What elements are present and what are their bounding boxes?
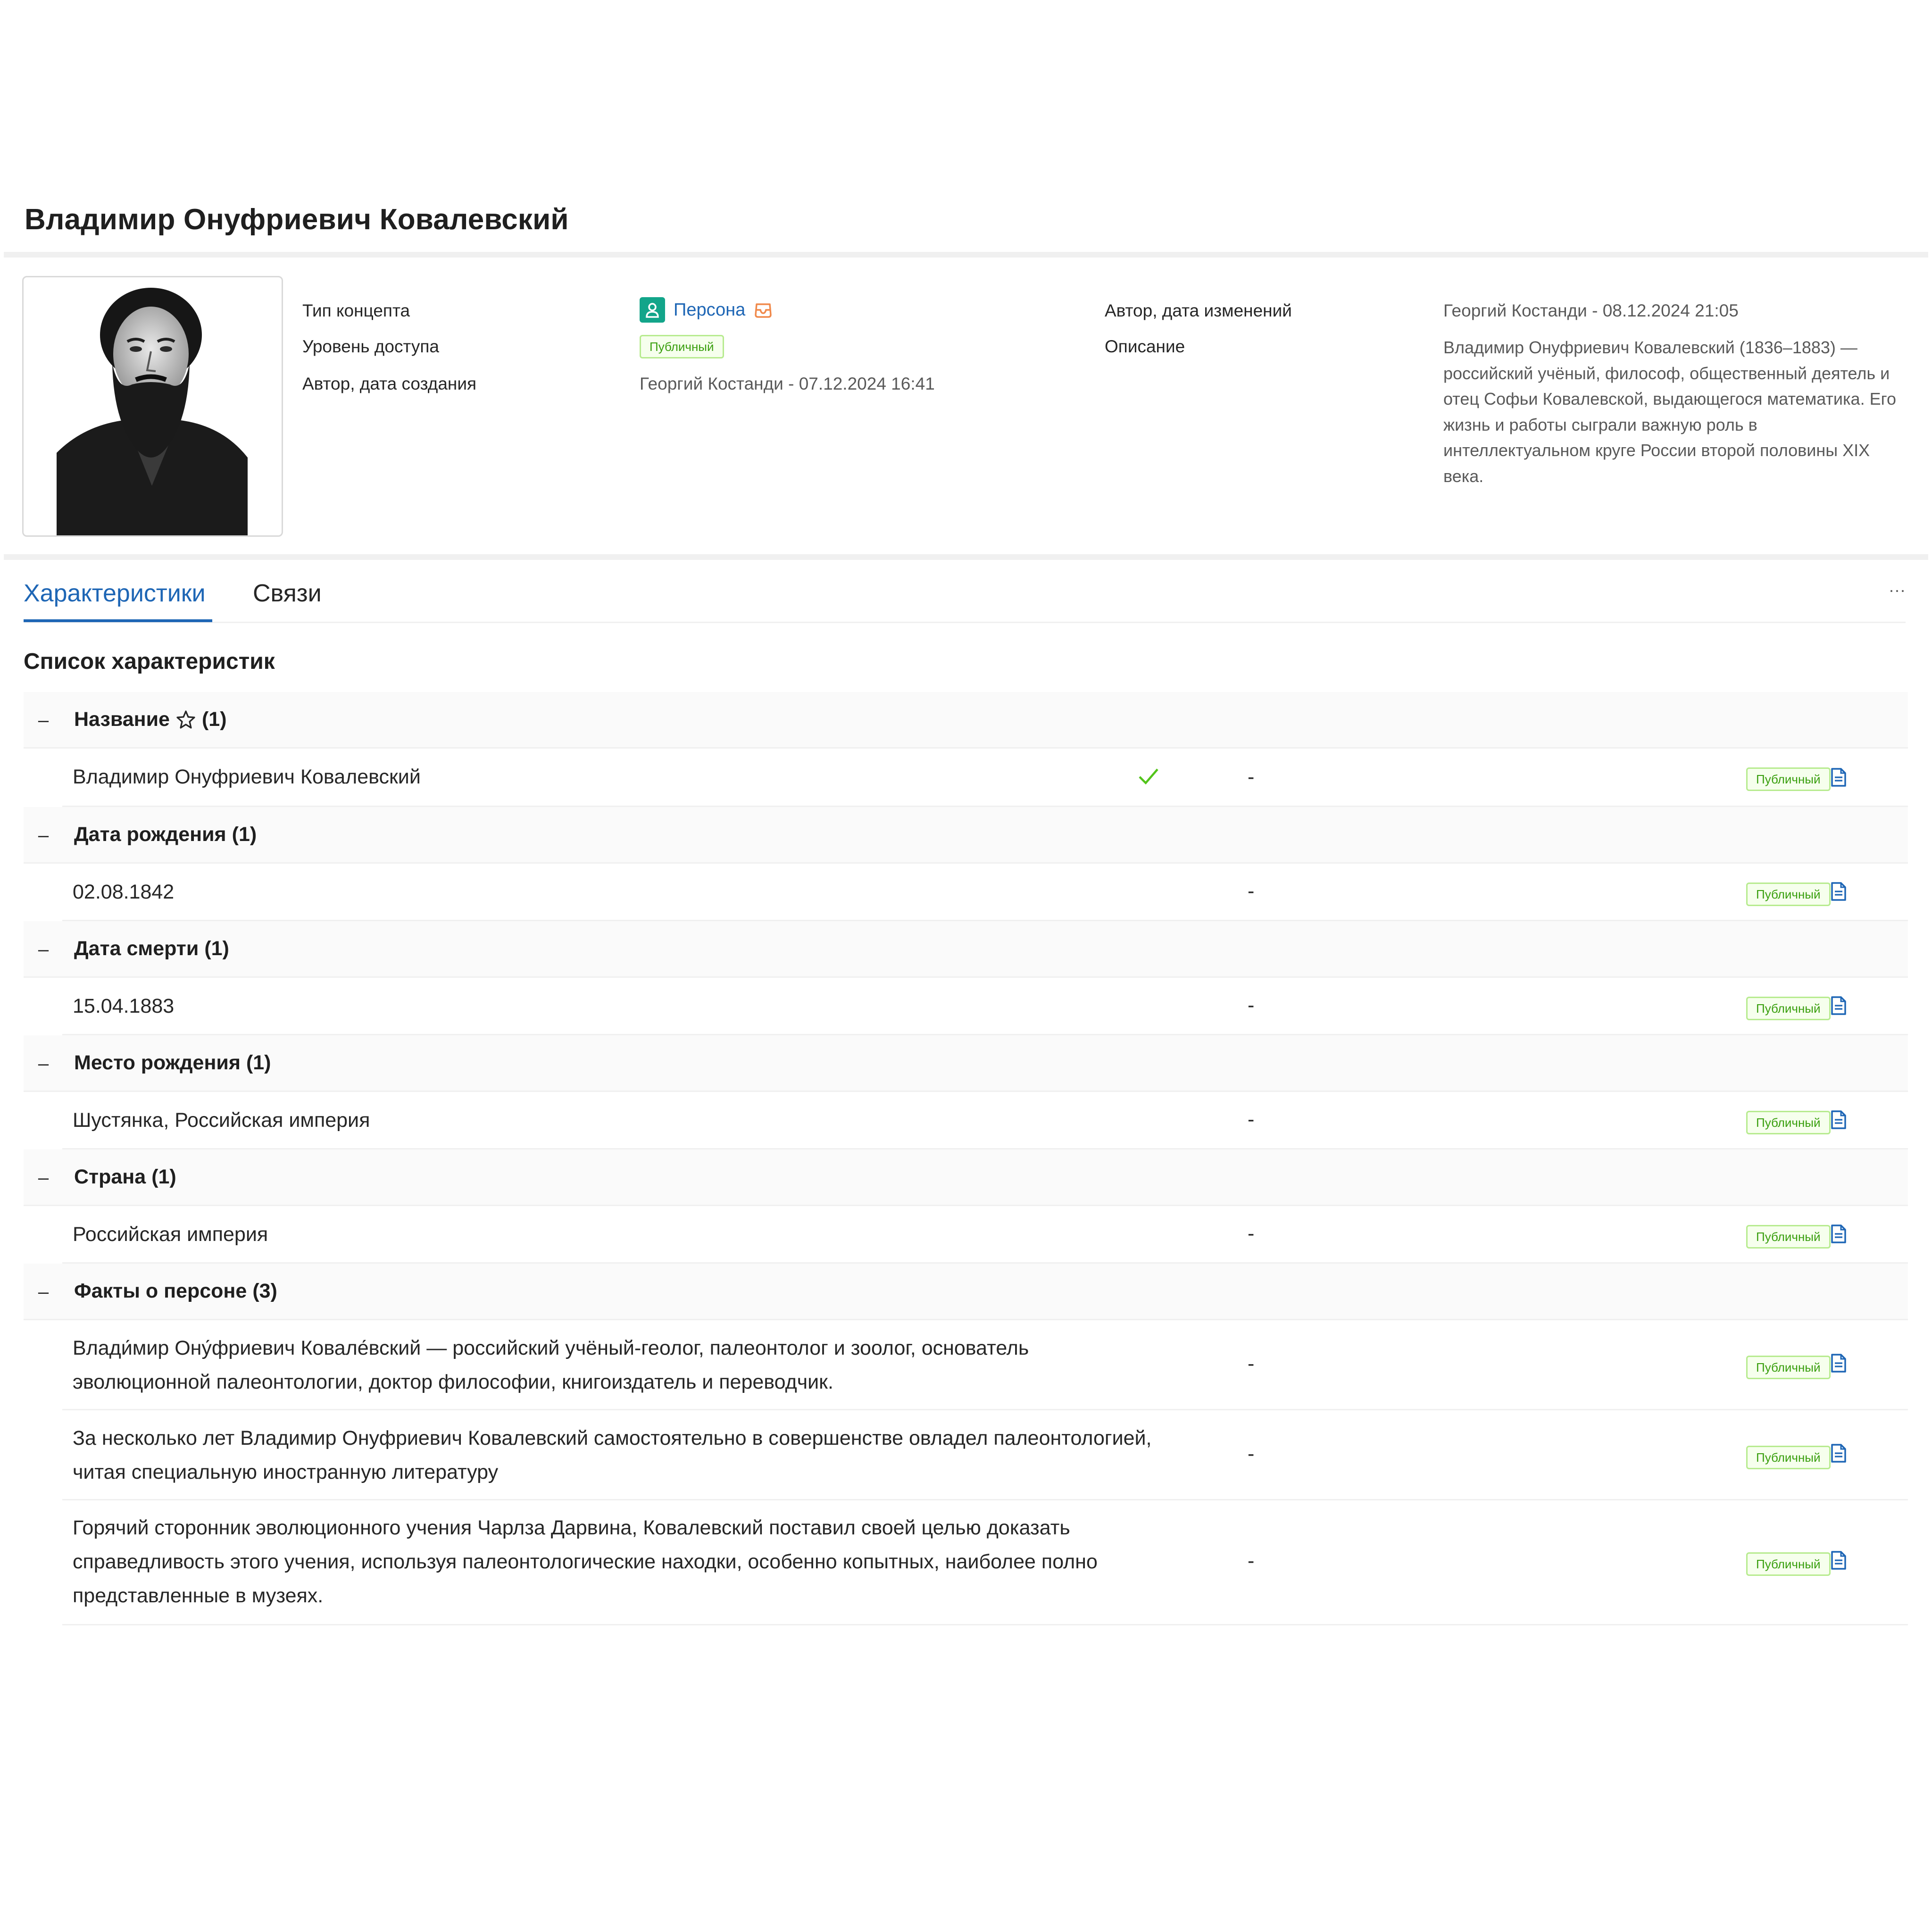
value-dash: - — [1248, 880, 1255, 902]
access-badge: Публичный — [1746, 883, 1831, 906]
access-badge: Публичный — [1746, 767, 1831, 791]
modified-value: Георгий Костанди - 08.12.2024 21:05 — [1443, 301, 1739, 320]
collapse-button[interactable]: – — [34, 826, 53, 845]
check-icon — [1138, 766, 1159, 789]
table-row: За несколько лет Владимир Онуфриевич Ков… — [62, 1410, 1908, 1500]
group-title: Дата рождения — [74, 823, 226, 846]
table-row: Шустянка, Российская империя - Публичный — [62, 1092, 1908, 1149]
document-icon[interactable] — [1830, 1110, 1847, 1132]
access-badge: Публичный — [1746, 1356, 1831, 1379]
document-icon[interactable] — [1830, 882, 1847, 904]
document-icon[interactable] — [1830, 1550, 1847, 1573]
access-badge: Публичный — [1746, 997, 1831, 1020]
table-row: Горячий сторонник эволюционного учения Ч… — [62, 1500, 1908, 1625]
characteristics-table: – Название (1) Владимир Онуфриевич Ковал… — [24, 692, 1908, 1625]
value-text: Владимир Онуфриевич Ковалевский — [73, 766, 421, 788]
group-header-name[interactable]: – Название (1) — [24, 692, 1908, 749]
group-count: (1) — [204, 937, 229, 960]
value-dash: - — [1248, 1222, 1255, 1245]
group-header-birth-date[interactable]: – Дата рождения (1) — [24, 807, 1908, 864]
group-title: Факты о персоне — [74, 1280, 247, 1302]
value-text: 15.04.1883 — [73, 995, 175, 1017]
created-label: Автор, дата создания — [302, 374, 477, 393]
table-row: 15.04.1883 - Публичный — [62, 978, 1908, 1035]
group-header-death-date[interactable]: – Дата смерти (1) — [24, 921, 1908, 978]
value-text: Шустянка, Российская империя — [73, 1109, 370, 1132]
characteristics-list-title: Список характеристик — [24, 649, 275, 674]
description-value: Владимир Онуфриевич Ковалевский (1836–18… — [1443, 338, 1896, 486]
group-title: Дата смерти — [74, 937, 199, 960]
value-text: За несколько лет Владимир Онуфриевич Ков… — [73, 1427, 1152, 1483]
document-icon[interactable] — [1830, 1224, 1847, 1246]
value-dash: - — [1248, 766, 1255, 788]
concept-type-value: Персона — [640, 297, 773, 323]
table-row: 02.08.1842 - Публичный — [62, 864, 1908, 921]
group-title: Страна — [74, 1166, 146, 1188]
value-dash: - — [1248, 1442, 1255, 1465]
table-row: Владимир Онуфриевич Ковалевский - Публич… — [62, 749, 1908, 807]
modified-label: Автор, дата изменений — [1105, 301, 1292, 320]
group-count: (1) — [151, 1166, 176, 1188]
value-dash: - — [1248, 1108, 1255, 1131]
table-row: Влади́мир Ону́фриевич Ковале́вский — рос… — [62, 1320, 1908, 1410]
tabs-underline — [24, 622, 1906, 623]
ellipsis-icon[interactable]: ··· — [1889, 580, 1906, 600]
collapse-button[interactable]: – — [34, 940, 53, 959]
group-header-facts[interactable]: – Факты о персоне (3) — [24, 1264, 1908, 1320]
group-count: (1) — [246, 1051, 271, 1074]
group-header-birth-place[interactable]: – Место рождения (1) — [24, 1035, 1908, 1092]
active-tab-indicator — [24, 619, 212, 622]
tab-bar: Характеристики Связи ··· — [24, 571, 1906, 623]
value-dash: - — [1248, 1352, 1255, 1375]
created-value: Георгий Костанди - 07.12.2024 16:41 — [640, 374, 935, 393]
title-divider — [4, 252, 1928, 258]
document-icon[interactable] — [1830, 996, 1847, 1018]
access-badge: Публичный — [1746, 1446, 1831, 1469]
concept-type-label: Тип концепта — [302, 301, 410, 320]
value-dash: - — [1248, 994, 1255, 1016]
group-count: (1) — [232, 823, 257, 846]
description-label: Описание — [1105, 337, 1185, 356]
portrait-image — [22, 276, 283, 537]
section-divider — [4, 554, 1928, 560]
collapse-button[interactable]: – — [34, 1168, 53, 1187]
page-title: Владимир Онуфриевич Ковалевский — [25, 203, 569, 236]
access-badge: Публичный — [1746, 1111, 1831, 1134]
group-title: Место рождения — [74, 1051, 241, 1074]
collapse-button[interactable]: – — [34, 1282, 53, 1301]
access-badge: Публичный — [1746, 1552, 1831, 1576]
document-icon[interactable] — [1830, 1353, 1847, 1375]
document-icon[interactable] — [1830, 767, 1847, 790]
access-level-badge: Публичный — [640, 335, 724, 358]
group-count: (3) — [252, 1280, 277, 1302]
group-count: (1) — [201, 708, 227, 731]
value-text: Российская империя — [73, 1223, 268, 1246]
tab-characteristics[interactable]: Характеристики — [24, 579, 206, 608]
access-level-label: Уровень доступа — [302, 337, 439, 356]
document-icon[interactable] — [1830, 1443, 1847, 1466]
concept-type-link[interactable]: Персона — [674, 300, 745, 320]
person-icon — [640, 297, 665, 323]
group-header-country[interactable]: – Страна (1) — [24, 1149, 1908, 1206]
group-title: Название — [74, 708, 170, 731]
tab-links[interactable]: Связи — [253, 579, 322, 608]
collapse-button[interactable]: – — [34, 711, 53, 730]
value-text: 02.08.1842 — [73, 881, 175, 903]
inbox-icon[interactable] — [754, 300, 773, 319]
star-icon[interactable] — [175, 709, 196, 730]
portrait-illustration — [57, 283, 248, 535]
collapse-button[interactable]: – — [34, 1054, 53, 1073]
access-badge: Публичный — [1746, 1225, 1831, 1249]
table-row: Российская империя - Публичный — [62, 1206, 1908, 1264]
value-text: Горячий сторонник эволюционного учения Ч… — [73, 1516, 1098, 1607]
value-dash: - — [1248, 1549, 1255, 1572]
value-text: Влади́мир Ону́фриевич Ковале́вский — рос… — [73, 1337, 1029, 1393]
